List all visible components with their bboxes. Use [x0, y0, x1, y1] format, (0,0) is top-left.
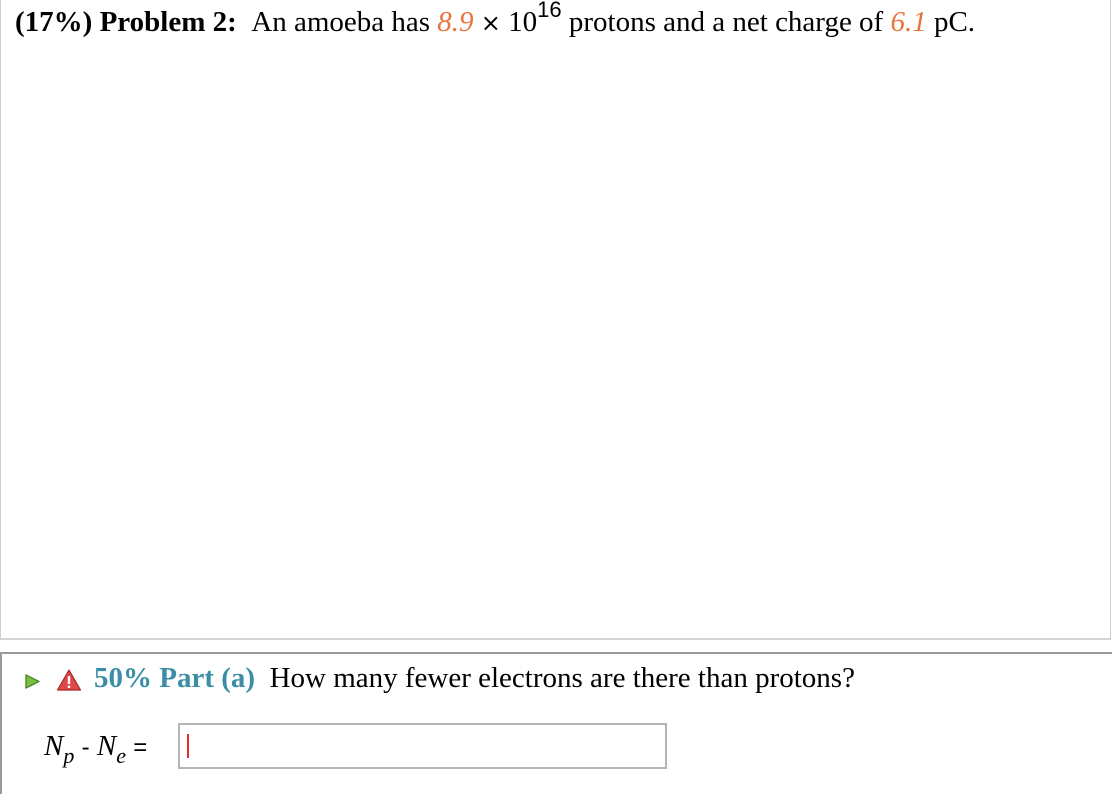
- power-exponent: 16: [537, 0, 562, 22]
- answer-input[interactable]: [178, 723, 667, 769]
- power-base: 10: [508, 6, 538, 38]
- answer-equation-label: Np - Ne =: [44, 728, 148, 768]
- times-sign: ×: [480, 9, 501, 37]
- ne-subscript: e: [116, 743, 126, 768]
- text-cursor: [187, 734, 189, 758]
- problem-weight: (17%): [15, 6, 93, 38]
- play-triangle-icon[interactable]: [24, 673, 41, 690]
- part-a-heading: 50% Part (a) How many fewer electrons ar…: [94, 660, 855, 696]
- np-subscript: p: [63, 743, 75, 768]
- warning-triangle-icon: [56, 669, 82, 691]
- problem-header: (17%) Problem 2: An amoeba has 8.9 × 101…: [0, 0, 1111, 640]
- problem-statement: (17%) Problem 2: An amoeba has 8.9 × 101…: [15, 0, 976, 42]
- proton-count-mantissa: 8.9: [437, 6, 474, 38]
- equals-sign: =: [133, 734, 148, 761]
- part-weight: 50%: [94, 662, 152, 694]
- part-label: Part (a): [159, 662, 256, 694]
- problem-label: Problem 2:: [99, 6, 237, 38]
- minus-sign: -: [81, 734, 90, 761]
- charge-unit: pC.: [933, 6, 976, 38]
- part-a-panel: 50% Part (a) How many fewer electrons ar…: [0, 652, 1112, 794]
- ne-symbol: N: [96, 730, 117, 762]
- np-symbol: N: [44, 730, 64, 762]
- problem-text-start: An amoeba has: [251, 6, 431, 38]
- net-charge-value: 6.1: [890, 6, 927, 38]
- part-question: How many fewer electrons are there than …: [269, 662, 855, 694]
- problem-text-middle: protons and a net charge of: [568, 6, 884, 38]
